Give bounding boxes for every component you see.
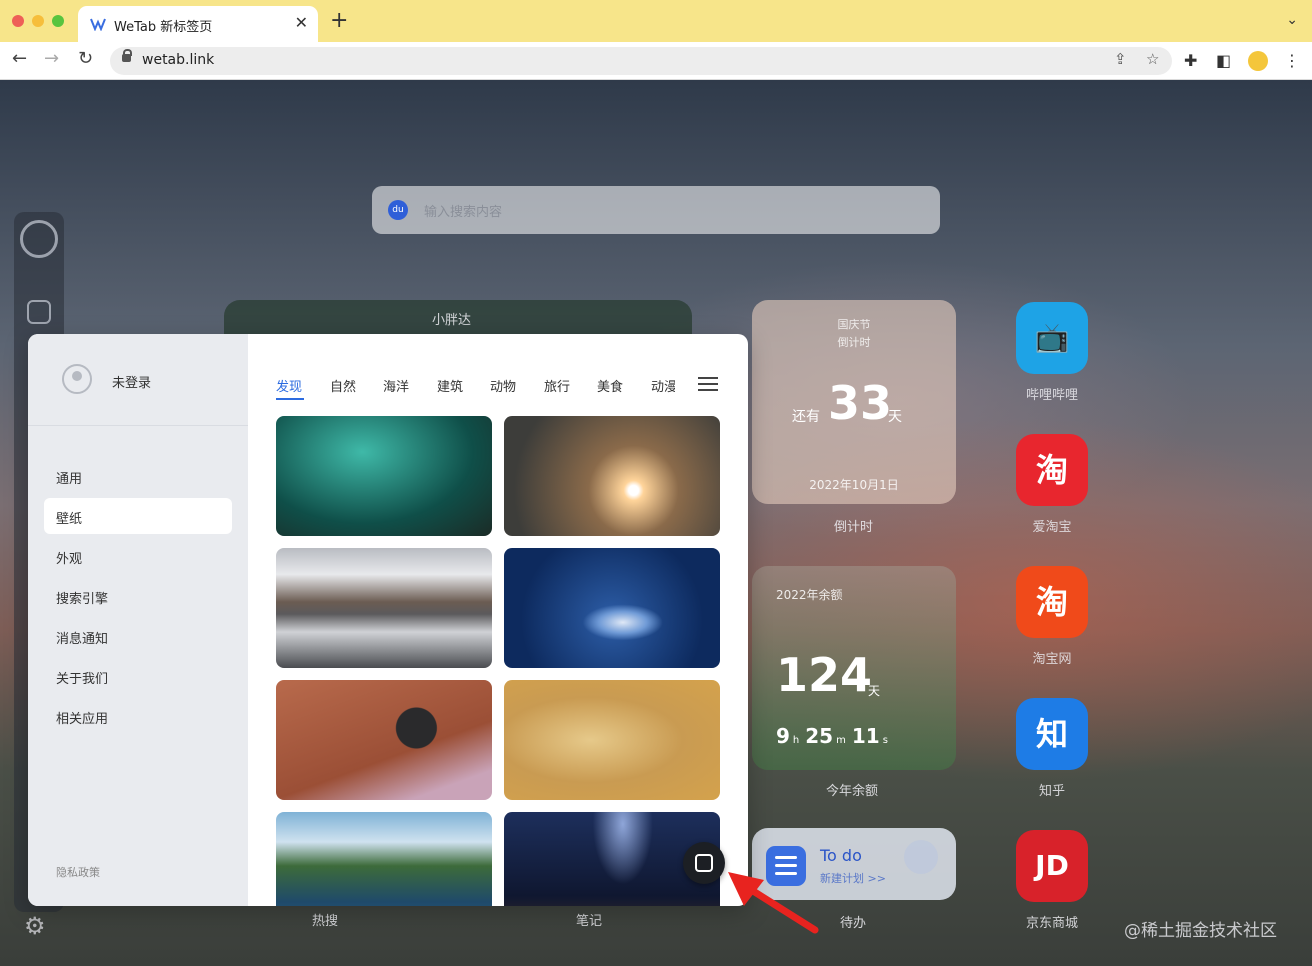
year-left-time: 9 h 25 m 11 s (776, 724, 888, 748)
set-wallpaper-icon[interactable] (683, 842, 725, 884)
baidu-icon[interactable]: du (388, 200, 408, 220)
new-tab-button[interactable]: + (330, 8, 348, 33)
new-tab-page: du 输入搜索内容 小胖达 国庆节 倒计时 还有 33 天 2022年10月1日… (0, 80, 1312, 966)
settings-modal: 未登录 通用 壁纸 外观 搜索引擎 消息通知 关于我们 相关应用 隐私政策 发现… (28, 334, 748, 906)
menu-about-us[interactable]: 关于我们 (44, 658, 232, 694)
taobao-app-icon[interactable]: 淘 (1016, 566, 1088, 638)
year-left-title: 2022年余额 (776, 588, 843, 602)
bookmark-star-icon[interactable]: ☆ (1146, 50, 1159, 68)
wallpaper-thumbnail[interactable] (504, 680, 720, 800)
zoom-window-button[interactable] (52, 15, 64, 27)
countdown-subtitle: 倒计时 (837, 336, 871, 349)
back-arrow-icon[interactable]: ← (12, 48, 27, 69)
year-left-days-unit: 天 (868, 684, 881, 698)
countdown-suffix: 天 (888, 409, 902, 425)
wallpaper-panel: 发现 自然 海洋 建筑 动物 旅行 美食 动漫 (248, 334, 748, 906)
search-bar[interactable]: du 输入搜索内容 (372, 186, 940, 234)
menu-wallpaper[interactable]: 壁纸 (44, 498, 232, 534)
side-panel-icon[interactable]: ◧ (1216, 51, 1231, 70)
menu-appearance[interactable]: 外观 (44, 538, 232, 574)
browser-tab-bar: WeTab 新标签页 ✕ + ⌄ (0, 0, 1312, 42)
tab-travel[interactable]: 旅行 (544, 376, 570, 395)
app-label-zhihu: 知乎 (1038, 784, 1065, 799)
watermark: @稀土掘金技术社区 (1124, 921, 1277, 941)
wallpaper-thumbnail[interactable] (276, 548, 492, 668)
app-label-jd: 京东商城 (1025, 916, 1078, 931)
lock-icon (122, 49, 132, 62)
home-icon[interactable] (27, 300, 51, 324)
todo-title: To do (820, 846, 862, 865)
tab-search-chevron-icon[interactable]: ⌄ (1286, 12, 1298, 28)
bilibili-app-icon[interactable]: 📺 (1016, 302, 1088, 374)
user-section[interactable]: 未登录 (28, 334, 248, 426)
wetab-favicon-icon (90, 18, 106, 31)
user-name[interactable]: 未登录 (112, 372, 151, 391)
countdown-date: 2022年10月1日 (809, 478, 899, 492)
active-tab-indicator (276, 398, 304, 400)
tab-close-icon[interactable]: ✕ (295, 13, 308, 32)
aitaobao-app-icon[interactable]: 淘 (1016, 434, 1088, 506)
browser-toolbar: ← → ↻ wetab.link ⇪ ☆ ✚ ◧ ⋮ (0, 42, 1312, 80)
address-url[interactable]: wetab.link (142, 52, 214, 68)
wallpaper-thumbnail[interactable] (276, 416, 492, 536)
todo-label: 待办 (840, 916, 867, 931)
tab-ocean[interactable]: 海洋 (383, 376, 409, 395)
countdown-widget[interactable]: 国庆节 倒计时 还有 33 天 2022年10月1日 (752, 300, 956, 504)
tab-title: WeTab 新标签页 (114, 20, 213, 35)
countdown-label: 倒计时 (834, 520, 874, 535)
wallpaper-thumbnail[interactable] (504, 548, 720, 668)
reload-icon[interactable]: ↻ (78, 48, 93, 69)
app-label-bilibili: 哔哩哔哩 (1025, 388, 1078, 403)
tab-nature[interactable]: 自然 (330, 376, 356, 395)
user-avatar-icon[interactable] (62, 364, 92, 394)
jd-app-icon[interactable]: JD (1016, 830, 1088, 902)
tab-anime[interactable]: 动漫 (651, 376, 675, 395)
tab-discover[interactable]: 发现 (276, 376, 302, 395)
hot-search-label: 热搜 (312, 914, 339, 929)
menu-related-apps[interactable]: 相关应用 (44, 698, 232, 734)
tab-architecture[interactable]: 建筑 (437, 376, 463, 395)
menu-search-engine[interactable]: 搜索引擎 (44, 578, 232, 614)
forward-arrow-icon[interactable]: → (44, 48, 59, 69)
countdown-days: 33 (828, 376, 893, 430)
browser-tab[interactable]: WeTab 新标签页 ✕ (78, 6, 318, 42)
wallpaper-thumbnail[interactable] (504, 416, 720, 536)
app-label-taobao: 淘宝网 (1032, 652, 1072, 667)
profile-avatar-icon[interactable] (1248, 51, 1268, 71)
settings-sidebar: 未登录 通用 壁纸 外观 搜索引擎 消息通知 关于我们 相关应用 隐私政策 (28, 334, 248, 906)
address-bar[interactable]: wetab.link ⇪ ☆ (110, 47, 1172, 75)
wallpaper-thumbnail[interactable] (276, 680, 492, 800)
menu-notifications[interactable]: 消息通知 (44, 618, 232, 654)
red-arrow-annotation (728, 872, 819, 934)
app-label-aitaobao: 爱淘宝 (1032, 520, 1072, 535)
extensions-puzzle-icon[interactable]: ✚ (1184, 51, 1197, 70)
close-window-button[interactable] (12, 15, 24, 27)
filter-sliders-icon[interactable] (698, 376, 718, 392)
countdown-prefix: 还有 (792, 409, 820, 425)
todo-avatar (904, 840, 938, 874)
year-left-days: 124 (776, 648, 873, 702)
minimize-window-button[interactable] (32, 15, 44, 27)
settings-gear-icon[interactable]: ⚙ (24, 912, 46, 940)
zhihu-app-icon[interactable]: 知 (1016, 698, 1088, 770)
privacy-policy-link[interactable]: 隐私政策 (56, 864, 100, 880)
search-input[interactable]: 输入搜索内容 (424, 201, 502, 220)
wallpaper-thumbnail[interactable] (276, 812, 492, 906)
year-left-widget[interactable]: 2022年余额 124 天 9 h 25 m 11 s (752, 566, 956, 770)
notes-label: 笔记 (576, 914, 603, 929)
share-icon[interactable]: ⇪ (1114, 50, 1127, 68)
tab-animals[interactable]: 动物 (490, 376, 516, 395)
weather-widget-label: 小胖达 (432, 313, 472, 328)
user-avatar-icon[interactable] (20, 220, 58, 258)
tab-food[interactable]: 美食 (597, 376, 623, 395)
year-left-label: 今年余额 (826, 784, 879, 799)
menu-general[interactable]: 通用 (44, 458, 232, 494)
browser-menu-icon[interactable]: ⋮ (1284, 51, 1300, 70)
countdown-title: 国庆节 (837, 318, 871, 331)
